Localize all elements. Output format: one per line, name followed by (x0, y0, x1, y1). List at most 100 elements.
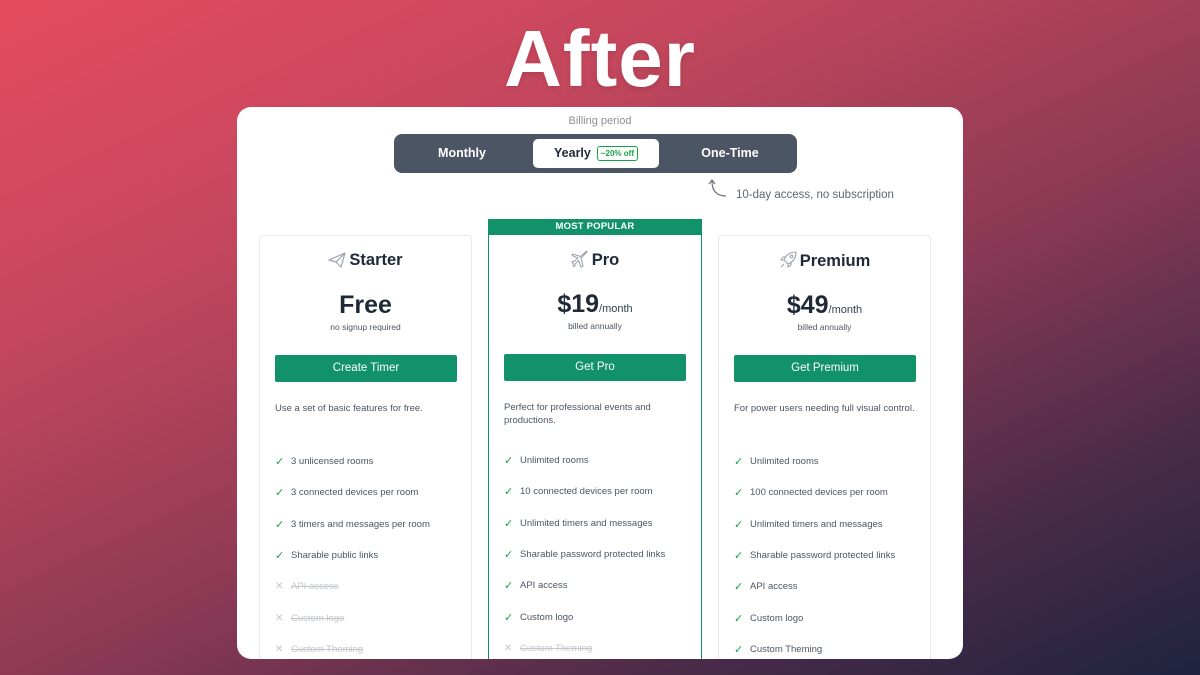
feature-label: Unlimited timers and messages (750, 518, 883, 530)
feature-item: ✓ 3 unlicensed rooms (275, 446, 465, 477)
feature-item: ✓ 3 connected devices per room (275, 477, 465, 508)
feature-item: ✓ Unlimited timers and messages (504, 508, 694, 539)
feature-item: ✓ 3 timers and messages per room (275, 509, 465, 540)
feature-label: Sharable password protected links (750, 550, 896, 562)
feature-item: ✓ Custom logo (734, 602, 924, 633)
cross-icon: ✕ (275, 612, 284, 624)
check-icon: ✓ (275, 456, 285, 469)
cross-icon: ✕ (275, 643, 284, 655)
feature-label: 3 timers and messages per room (291, 518, 430, 530)
check-icon: ✓ (734, 518, 744, 531)
feature-label: API access (750, 581, 798, 593)
get-premium-button[interactable]: Get Premium (734, 355, 916, 382)
price-amount: Free (339, 291, 392, 319)
plan-price: $19/month (489, 289, 701, 324)
feature-label: 3 unlicensed rooms (291, 456, 374, 468)
feature-item: ✓ 100 connected devices per room (734, 477, 924, 508)
feature-label: Unlimited rooms (520, 455, 589, 467)
check-icon: ✓ (734, 643, 744, 656)
feature-item: ✓ Custom logo (504, 601, 694, 632)
cross-icon: ✕ (504, 642, 513, 654)
feature-label: 3 connected devices per room (291, 487, 419, 499)
check-icon: ✓ (734, 487, 744, 500)
feature-item: ✕ Custom logo (275, 602, 465, 633)
feature-label: Unlimited timers and messages (520, 517, 653, 529)
feature-label: API access (520, 580, 568, 592)
airplane-icon (571, 250, 589, 273)
plan-description: For power users needing full visual cont… (734, 403, 915, 414)
price-note: no signup required (330, 322, 401, 332)
feature-label: 100 connected devices per room (750, 487, 888, 499)
price-period: /month (599, 303, 633, 315)
feature-label: Custom Theming (291, 643, 364, 655)
check-icon: ✓ (734, 612, 744, 625)
price-note: billed annually (797, 322, 852, 332)
curved-arrow-icon (708, 179, 727, 197)
check-icon: ✓ (275, 550, 285, 563)
feature-label: 10 connected devices per room (520, 486, 653, 498)
check-icon: ✓ (504, 486, 514, 499)
feature-item: ✕ API access (275, 571, 465, 602)
paper-plane-icon (328, 252, 346, 273)
pricing-panel: Billing period Monthly Yearly ~20% off On… (237, 107, 963, 659)
check-icon: ✓ (504, 611, 514, 624)
plan-card-starter: Starter Free no signup required Create T… (259, 235, 472, 659)
feature-label: Sharable public links (291, 550, 379, 562)
billing-period-toggle: Monthly Yearly ~20% off One-Time (394, 134, 797, 173)
feature-item: ✕ Custom Theming (275, 634, 465, 659)
feature-label: Unlimited rooms (750, 456, 819, 468)
check-icon: ✓ (275, 487, 285, 500)
billing-period-label: Billing period (568, 115, 632, 127)
feature-item: ✓ Custom Theming (734, 634, 924, 659)
check-icon: ✓ (734, 550, 744, 563)
feature-item: ✓ Sharable password protected links (504, 539, 694, 570)
page-headline: After (504, 14, 696, 103)
billing-option-yearly[interactable]: Yearly ~20% off (533, 139, 659, 168)
feature-list: ✓ Unlimited rooms ✓ 100 connected devices … (734, 446, 924, 659)
check-icon: ✓ (734, 581, 744, 594)
price-amount: $19 (557, 290, 600, 318)
check-icon: ✓ (275, 518, 285, 531)
feature-item: ✕ Custom Theming (504, 633, 694, 659)
create-timer-button[interactable]: Create Timer (275, 355, 457, 382)
feature-label: Custom logo (750, 612, 804, 624)
billing-option-yearly-label: Yearly (554, 146, 591, 160)
check-icon: ✓ (504, 549, 514, 562)
feature-item: ✓ Unlimited rooms (734, 446, 924, 477)
plan-name: Premium (799, 252, 871, 270)
check-icon: ✓ (734, 456, 744, 469)
check-icon: ✓ (504, 455, 514, 468)
most-popular-badge: MOST POPULAR (488, 219, 702, 235)
feature-item: ✓ Unlimited timers and messages (734, 509, 924, 540)
check-icon: ✓ (504, 580, 514, 593)
feature-item: ✓ Sharable password protected links (734, 540, 924, 571)
plan-description: Use a set of basic features for free. (275, 403, 423, 414)
plan-name: Starter (349, 251, 403, 269)
feature-label: API access (291, 581, 339, 593)
plan-title: Premium (719, 251, 930, 273)
plan-card-pro: Pro $19/month billed annually Get Pro Pe… (488, 235, 702, 659)
one-time-hint-text: 10-day access, no subscription (736, 189, 894, 201)
rocket-icon (779, 251, 797, 274)
plan-price: Free (260, 290, 471, 325)
plan-description: Perfect for professional events and prod… (504, 402, 651, 426)
feature-item: ✓ 10 connected devices per room (504, 476, 694, 507)
price-period: /month (828, 304, 863, 316)
feature-label: Custom logo (520, 611, 574, 623)
plan-title: Pro (489, 250, 701, 272)
feature-item: ✓ Unlimited rooms (504, 445, 694, 476)
feature-label: Sharable password protected links (520, 549, 666, 561)
cross-icon: ✕ (275, 581, 284, 593)
feature-label: Custom logo (291, 612, 345, 624)
get-pro-button[interactable]: Get Pro (504, 354, 686, 381)
billing-option-one-time[interactable]: One-Time (667, 139, 793, 168)
feature-item: ✓ Sharable public links (275, 540, 465, 571)
plan-name: Pro (591, 251, 620, 269)
check-icon: ✓ (504, 517, 514, 530)
feature-list: ✓ 3 unlicensed rooms ✓ 3 connected devices… (275, 446, 465, 659)
one-time-hint: 10-day access, no subscription (707, 177, 937, 207)
feature-label: Custom Theming (750, 643, 823, 655)
billing-option-monthly[interactable]: Monthly (399, 139, 525, 168)
feature-item: ✓ API access (734, 571, 924, 602)
price-amount: $49 (786, 291, 829, 319)
